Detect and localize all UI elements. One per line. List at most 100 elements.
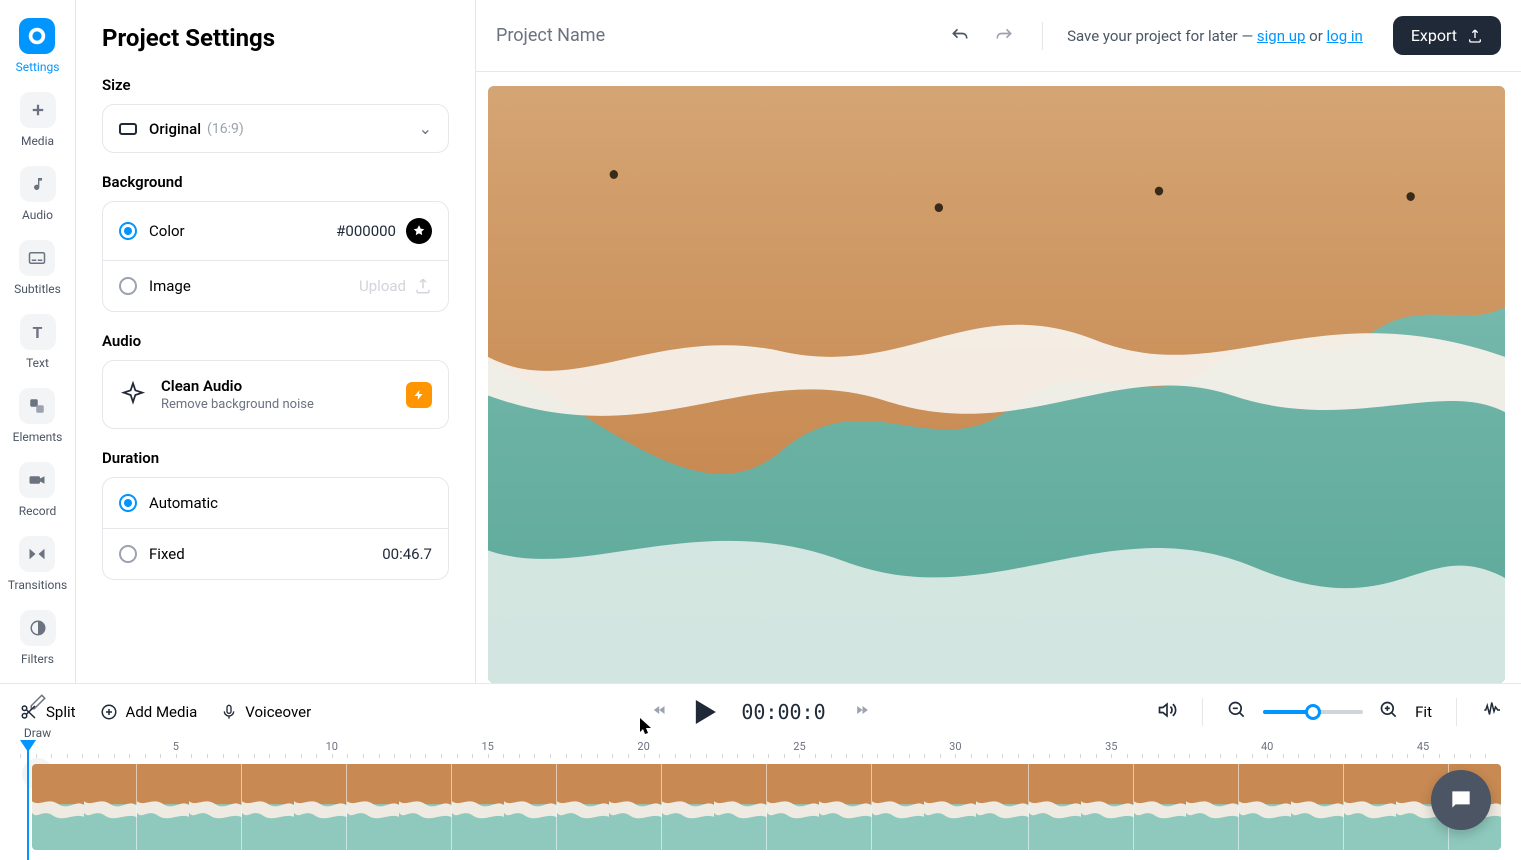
size-ratio: (16:9) (207, 121, 244, 137)
timeline-frame (452, 764, 504, 850)
bolt-icon (406, 382, 432, 408)
export-icon (1467, 28, 1483, 44)
timeline-frame (137, 764, 189, 850)
chevron-down-icon: ⌄ (419, 119, 432, 138)
timeline-frame (32, 764, 84, 850)
chat-button[interactable] (1431, 770, 1491, 830)
volume-button[interactable] (1156, 700, 1178, 724)
waveform-button[interactable] (1481, 701, 1501, 723)
voiceover-button[interactable]: Voiceover (221, 703, 311, 721)
fit-button[interactable]: Fit (1415, 703, 1432, 721)
size-select[interactable]: Original (16:9) ⌄ (102, 104, 449, 153)
timeline-frame (294, 764, 346, 850)
radio-color[interactable] (119, 222, 137, 240)
sidebar-item-settings[interactable]: Settings (16, 18, 60, 74)
sidebar-label: Subtitles (14, 282, 61, 296)
waveform-icon (1481, 701, 1501, 719)
duration-fixed-label: Fixed (149, 545, 185, 563)
transition-icon (19, 536, 55, 572)
settings-icon (19, 18, 55, 54)
sidebar-label: Elements (13, 430, 63, 444)
add-media-button[interactable]: Add Media (100, 703, 198, 721)
radio-fixed[interactable] (119, 545, 137, 563)
size-value: Original (149, 120, 201, 138)
sidebar-label: Text (26, 356, 49, 370)
redo-button[interactable] (990, 22, 1018, 50)
timeline-frame (242, 764, 294, 850)
subtitles-icon (19, 240, 55, 276)
divider (1202, 698, 1203, 726)
timeline-frame (1239, 764, 1291, 850)
login-link[interactable]: log in (1327, 27, 1363, 45)
audio-label: Audio (102, 332, 449, 350)
skip-back-icon (649, 702, 669, 718)
duration-auto-option[interactable]: Automatic (103, 478, 448, 529)
timeline[interactable]: 51015202530354045 (0, 740, 1521, 860)
bg-image-option[interactable]: Image Upload (103, 261, 448, 311)
music-icon (20, 166, 56, 202)
volume-icon (1156, 700, 1178, 720)
ruler-tick: 5 (173, 740, 179, 753)
video-preview[interactable] (488, 86, 1505, 683)
radio-image[interactable] (119, 277, 137, 295)
timeline-ruler[interactable]: 51015202530354045 (20, 740, 1501, 760)
zoom-thumb[interactable] (1305, 704, 1321, 720)
sidebar-item-audio[interactable]: Audio (20, 166, 56, 222)
timeline-frame (1291, 764, 1343, 850)
bg-color-option[interactable]: Color #000000 (103, 202, 448, 261)
sidebar-label: Transitions (8, 578, 67, 592)
contrast-icon (20, 610, 56, 646)
sidebar-label: Media (21, 134, 54, 148)
sidebar-item-elements[interactable]: Elements (13, 388, 63, 444)
clean-audio-button[interactable]: Clean Audio Remove background noise (103, 361, 448, 428)
signup-link[interactable]: sign up (1257, 27, 1306, 45)
color-swatch[interactable] (406, 218, 432, 244)
skip-forward-button[interactable] (852, 702, 872, 722)
zoom-out-button[interactable] (1227, 700, 1247, 724)
timeline-frame (84, 764, 136, 850)
playhead-time: 00:00:0 (741, 700, 825, 724)
sidebar-item-transitions[interactable]: Transitions (8, 536, 67, 592)
playhead[interactable] (20, 740, 36, 752)
sidebar-item-filters[interactable]: Filters (20, 610, 56, 666)
skip-back-button[interactable] (649, 702, 669, 722)
sidebar-item-subtitles[interactable]: Subtitles (14, 240, 61, 296)
zoom-slider[interactable] (1263, 710, 1363, 714)
sidebar-label: Record (19, 504, 57, 518)
ruler-tick: 30 (949, 740, 961, 753)
radio-auto[interactable] (119, 494, 137, 512)
timeline-frame (189, 764, 241, 850)
timeline-frame (924, 764, 976, 850)
plus-circle-icon (100, 703, 118, 721)
sidebar-item-text[interactable]: T Text (20, 314, 56, 370)
upload-button[interactable]: Upload (359, 277, 432, 295)
settings-title: Project Settings (102, 24, 449, 52)
video-track[interactable] (32, 764, 1501, 850)
size-label: Size (102, 76, 449, 94)
timeline-frame (1344, 764, 1396, 850)
mic-icon (221, 703, 237, 721)
ruler-tick: 45 (1417, 740, 1429, 753)
sparkle-icon (119, 381, 147, 409)
save-prompt: Save your project for later — sign up or… (1067, 27, 1363, 45)
upload-icon (414, 277, 432, 295)
undo-button[interactable] (946, 22, 974, 50)
zoom-in-button[interactable] (1379, 700, 1399, 724)
ruler-tick: 25 (793, 740, 805, 753)
sidebar-item-media[interactable]: Media (20, 92, 56, 148)
timeline-frame (767, 764, 819, 850)
duration-fixed-option[interactable]: Fixed 00:46.7 (103, 529, 448, 579)
project-name[interactable]: Project Name (496, 25, 605, 46)
split-button[interactable]: Split (20, 703, 76, 721)
sidebar-item-record[interactable]: Record (19, 462, 57, 518)
duration-auto-label: Automatic (149, 494, 218, 512)
timeline-frame (976, 764, 1028, 850)
ruler-tick: 10 (326, 740, 338, 753)
export-button[interactable]: Export (1393, 16, 1501, 55)
play-button[interactable] (695, 700, 715, 724)
clean-audio-sub: Remove background noise (161, 397, 314, 412)
timeline-frame (1134, 764, 1186, 850)
plus-icon (20, 92, 56, 128)
timeline-frame (714, 764, 766, 850)
ruler-tick: 40 (1261, 740, 1273, 753)
